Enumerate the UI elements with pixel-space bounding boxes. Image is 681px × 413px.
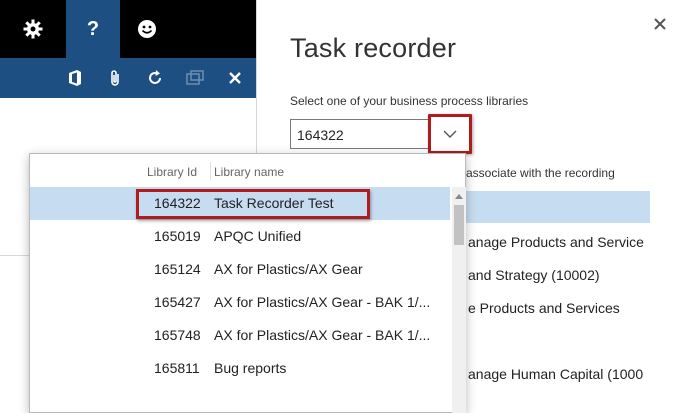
- smiley-icon: [138, 20, 156, 38]
- process-select-label: associate with the recording: [466, 166, 615, 180]
- top-navigation-bar: ?: [0, 0, 256, 58]
- help-icon: ?: [86, 17, 100, 40]
- attachment-icon: [111, 70, 119, 86]
- library-name-cell: AX for Plastics/AX Gear: [214, 261, 363, 277]
- chevron-up-icon: [455, 193, 463, 199]
- office-button[interactable]: [60, 58, 90, 98]
- panel-close-button[interactable]: [650, 14, 670, 34]
- library-select-label: Select one of your business process libr…: [290, 94, 529, 108]
- dropdown-scrollbar[interactable]: [452, 187, 466, 413]
- library-name-cell: Bug reports: [214, 360, 287, 376]
- chevron-down-icon: [443, 130, 457, 138]
- tree-item[interactable]: e Products and Services: [468, 300, 620, 316]
- column-header-library-id[interactable]: Library Id: [147, 165, 197, 179]
- close-form-button[interactable]: [220, 58, 250, 98]
- library-dropdown-button[interactable]: [428, 114, 472, 154]
- scroll-up-button[interactable]: [452, 191, 466, 201]
- selection-highlight-outline: [136, 189, 370, 219]
- close-icon: [654, 18, 666, 30]
- close-icon: [229, 72, 241, 84]
- attach-button[interactable]: [100, 58, 130, 98]
- tree-selected-row[interactable]: [462, 191, 650, 223]
- popout-icon: [186, 70, 204, 85]
- office-icon: [69, 70, 81, 86]
- column-header-separator: [210, 162, 211, 180]
- library-name-cell: AX for Plastics/AX Gear - BAK 1/...: [214, 294, 431, 310]
- popout-button[interactable]: [180, 58, 210, 98]
- gear-icon: [23, 19, 43, 39]
- column-header-library-name[interactable]: Library name: [214, 165, 284, 179]
- library-id-cell: 165019: [154, 228, 201, 244]
- list-item[interactable]: 165427 AX for Plastics/AX Gear - BAK 1/.…: [30, 286, 450, 319]
- list-item[interactable]: 165124 AX for Plastics/AX Gear: [30, 253, 450, 286]
- library-name-cell: AX for Plastics/AX Gear - BAK 1/...: [214, 327, 431, 343]
- help-button[interactable]: ?: [66, 0, 120, 58]
- library-id-cell: 165748: [154, 327, 201, 343]
- list-item[interactable]: 165748 AX for Plastics/AX Gear - BAK 1/.…: [30, 319, 450, 352]
- list-item[interactable]: 165019 APQC Unified: [30, 220, 450, 253]
- refresh-button[interactable]: [140, 58, 170, 98]
- settings-button[interactable]: [0, 0, 66, 58]
- tree-item[interactable]: anage Human Capital (1000: [468, 366, 643, 382]
- library-id-cell: 165811: [154, 360, 200, 376]
- library-combobox-value: 164322: [297, 127, 344, 143]
- tree-item[interactable]: anage Products and Service: [468, 234, 644, 250]
- library-id-cell: 165427: [154, 294, 201, 310]
- action-bar: [0, 58, 256, 98]
- feedback-button[interactable]: [120, 0, 174, 58]
- refresh-icon: [149, 70, 161, 84]
- tree-item[interactable]: and Strategy (10002): [468, 267, 600, 283]
- library-id-cell: 165124: [154, 261, 201, 277]
- library-dropdown-list: Library Id Library name 164322 Task Reco…: [29, 153, 466, 413]
- scrollbar-thumb[interactable]: [454, 205, 464, 245]
- library-name-cell: APQC Unified: [214, 228, 302, 244]
- panel-title: Task recorder: [290, 33, 457, 63]
- list-item[interactable]: 165811 Bug reports: [30, 352, 450, 385]
